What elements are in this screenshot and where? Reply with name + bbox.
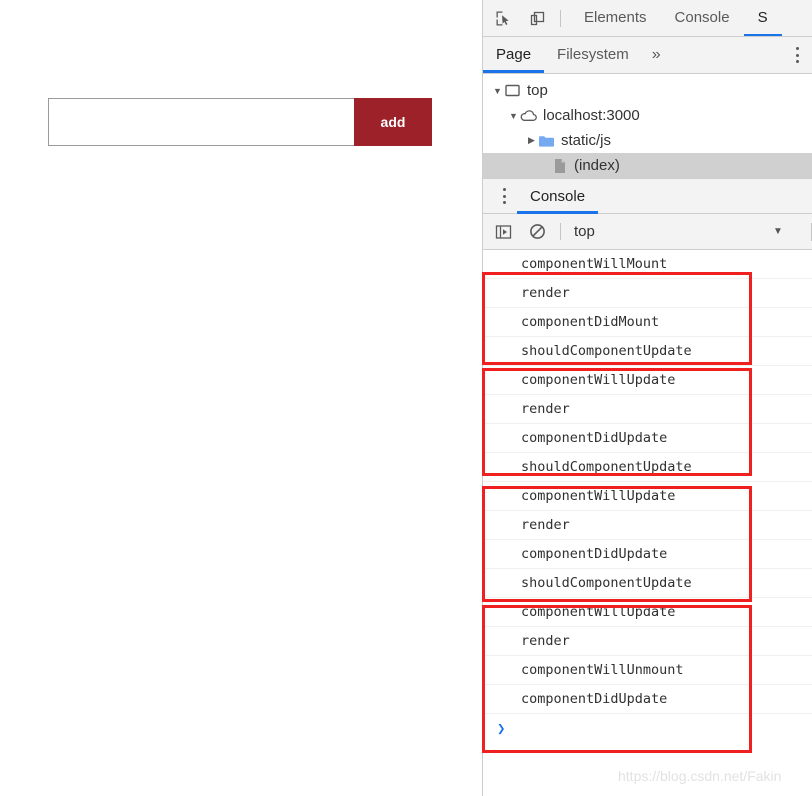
console-sidebar-icon[interactable] (489, 218, 517, 246)
console-message[interactable]: render (483, 627, 812, 656)
tab-sources[interactable]: S (744, 0, 782, 36)
console-message[interactable]: render (483, 511, 812, 540)
frame-icon (504, 82, 521, 99)
console-context-selector[interactable]: top (574, 223, 595, 240)
tree-item-label: localhost:3000 (543, 107, 640, 124)
tree-item-static-js[interactable]: ▶ static/js (483, 128, 812, 153)
drawer-more-options-icon[interactable] (495, 186, 513, 206)
todo-add-form: add (48, 98, 432, 146)
console-message[interactable]: componentDidUpdate (483, 424, 812, 453)
console-message[interactable]: componentDidUpdate (483, 685, 812, 714)
chevron-right-icon[interactable]: ▶ (525, 135, 538, 146)
console-toolbar-divider (560, 223, 561, 240)
todo-text-input[interactable] (48, 98, 354, 146)
add-button[interactable]: add (354, 98, 432, 146)
toolbar-divider (560, 9, 561, 27)
chevron-down-icon[interactable]: ▼ (507, 111, 520, 121)
console-message[interactable]: componentWillMount (483, 250, 812, 279)
tree-item-localhost[interactable]: ▼ localhost:3000 (483, 103, 812, 128)
console-message[interactable]: componentDidMount (483, 308, 812, 337)
console-message[interactable]: componentWillUpdate (483, 598, 812, 627)
tab-console[interactable]: Console (661, 0, 744, 36)
tree-item-label: (index) (574, 157, 620, 174)
tab-elements[interactable]: Elements (570, 0, 661, 36)
tree-item-top[interactable]: ▼ top (483, 78, 812, 103)
more-tabs-chevron-icon[interactable]: » (642, 37, 671, 73)
console-message[interactable]: componentWillUpdate (483, 482, 812, 511)
console-toolbar: top ▼ (483, 214, 812, 250)
clear-console-icon[interactable] (523, 218, 551, 246)
chevron-down-icon[interactable]: ▼ (773, 226, 783, 237)
document-icon (551, 157, 568, 174)
web-page-viewport: add (0, 0, 482, 796)
tab-page[interactable]: Page (483, 37, 544, 73)
console-message[interactable]: componentWillUnmount (483, 656, 812, 685)
navigator-more-options-icon[interactable] (788, 45, 806, 65)
sources-file-tree: ▼ top ▼ localhost:3000 ▶ static/js (inde… (483, 74, 812, 178)
sources-navigator-tabbar: Page Filesystem » (483, 37, 812, 74)
tree-item-index[interactable]: (index) (483, 153, 812, 178)
console-message-list: componentWillMount render componentDidMo… (483, 250, 812, 744)
folder-icon (538, 132, 555, 149)
inspect-element-icon[interactable] (489, 4, 517, 32)
drawer-tabbar: Console (483, 178, 812, 214)
tree-item-label: top (527, 82, 548, 99)
console-message[interactable]: shouldComponentUpdate (483, 337, 812, 366)
devtools-main-tabbar: Elements Console S (483, 0, 812, 37)
console-message[interactable]: shouldComponentUpdate (483, 569, 812, 598)
console-message[interactable]: componentDidUpdate (483, 540, 812, 569)
devtools-panel: Elements Console S Page Filesystem » ▼ t… (482, 0, 812, 796)
console-message[interactable]: shouldComponentUpdate (483, 453, 812, 482)
tab-filesystem[interactable]: Filesystem (544, 37, 642, 73)
device-toolbar-icon[interactable] (523, 4, 551, 32)
console-message[interactable]: render (483, 279, 812, 308)
console-message[interactable]: componentWillUpdate (483, 366, 812, 395)
console-input-prompt[interactable]: ❯ (483, 714, 812, 744)
drawer-tab-console[interactable]: Console (517, 179, 598, 214)
console-message[interactable]: render (483, 395, 812, 424)
tree-item-label: static/js (561, 132, 612, 149)
cloud-icon (520, 107, 537, 124)
chevron-down-icon[interactable]: ▼ (491, 86, 504, 96)
